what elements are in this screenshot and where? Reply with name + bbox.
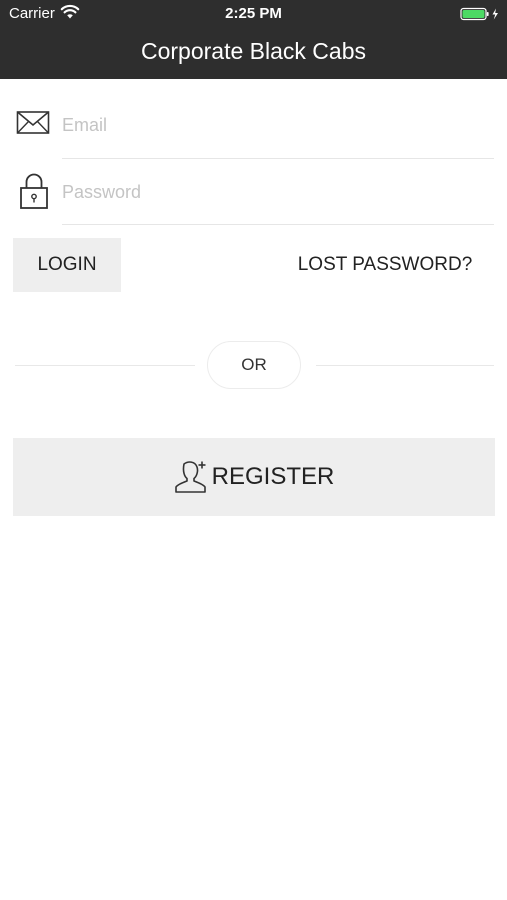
add-user-icon [174, 461, 206, 493]
lost-password-link[interactable]: LOST PASSWORD? [290, 254, 480, 276]
nav-bar: Corporate Black Cabs [0, 28, 507, 79]
lock-icon [20, 173, 48, 209]
divider-line-right [316, 365, 494, 366]
login-button[interactable]: LOGIN [13, 238, 121, 292]
email-underline [62, 158, 494, 159]
register-label: REGISTER [211, 463, 335, 490]
email-field[interactable] [62, 108, 492, 142]
divider-line-left [15, 365, 195, 366]
page-title: Corporate Black Cabs [141, 38, 366, 64]
status-bar: Carrier 2:25 PM [0, 0, 507, 28]
battery-icon [460, 7, 498, 21]
register-button[interactable]: REGISTER [13, 438, 495, 516]
password-field[interactable] [62, 175, 492, 209]
or-divider-badge: OR [207, 341, 301, 389]
envelope-icon [16, 111, 50, 134]
password-underline [62, 224, 494, 225]
status-time: 2:25 PM [225, 5, 282, 22]
or-label: OR [241, 355, 267, 374]
